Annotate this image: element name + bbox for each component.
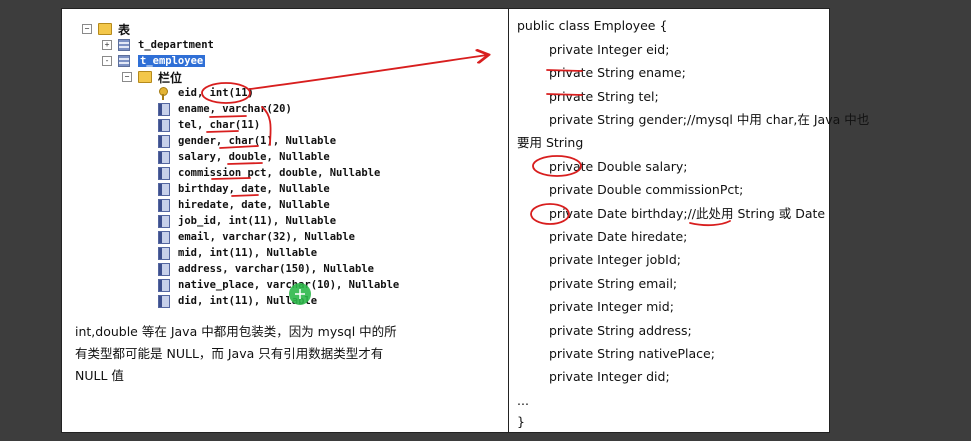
underline-string-tel bbox=[546, 93, 583, 96]
underline-string-birthday bbox=[689, 220, 731, 227]
underline-char-nullable bbox=[219, 145, 259, 149]
underline-double bbox=[227, 162, 263, 165]
underline-string-ename bbox=[546, 69, 583, 72]
underline-varchar bbox=[209, 115, 247, 118]
highlight-circle-date bbox=[530, 203, 570, 225]
annotation-overlay bbox=[201, 9, 731, 305]
underline-commission bbox=[211, 177, 251, 180]
highlight-circle-int bbox=[201, 82, 251, 104]
annotation-arrow bbox=[249, 55, 487, 90]
underline-date bbox=[231, 194, 259, 197]
bracket-mark bbox=[261, 106, 272, 146]
slide-frame: − 表 + t_department - t_employee − 栏位 eid… bbox=[61, 8, 869, 433]
underline-char bbox=[206, 130, 239, 133]
highlight-circle-double bbox=[532, 155, 582, 177]
